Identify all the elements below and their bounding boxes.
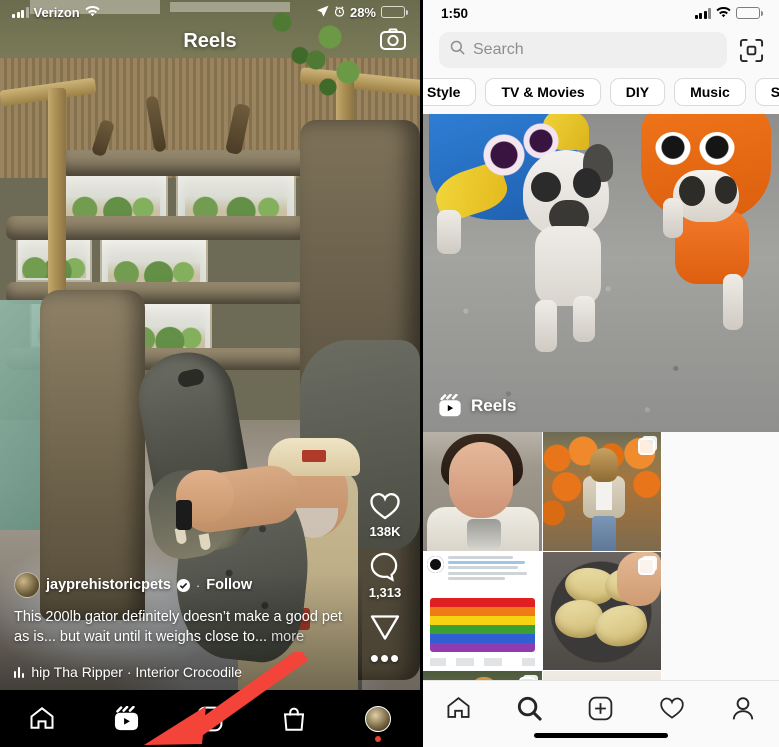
like-button[interactable]: 138K xyxy=(369,491,401,539)
camera-icon[interactable] xyxy=(380,28,406,55)
tab-activity[interactable] xyxy=(645,690,699,726)
reel-info-overlay: jayprehistoricpets · Follow This 200lb g… xyxy=(0,572,362,690)
signal-bars-icon xyxy=(12,6,29,18)
grid-cell-pride-flag-tweet[interactable] xyxy=(423,551,543,671)
chip-style[interactable]: Style xyxy=(423,78,477,106)
more-options-button[interactable]: ••• xyxy=(370,645,400,671)
location-arrow-icon xyxy=(316,5,329,20)
tab-profile[interactable] xyxy=(716,690,770,726)
wifi-icon xyxy=(85,5,100,20)
shopping-bag-icon xyxy=(283,707,305,731)
search-bar-row: Search xyxy=(423,26,779,76)
profile-avatar-icon[interactable] xyxy=(365,705,391,732)
person-icon xyxy=(733,696,754,719)
right-status-bar: 1:50 xyxy=(423,0,779,26)
battery-icon xyxy=(736,7,763,19)
left-phone-reels-screen: Verizon 28% Reels 138K 1,313 ••• jaypreh… xyxy=(0,0,420,747)
reel-action-rail: 138K 1,313 ••• xyxy=(358,491,412,671)
heart-icon xyxy=(370,493,400,520)
music-ticker[interactable]: hip Tha Ripper · Interior Crocodile xyxy=(14,664,348,680)
chip-sports[interactable]: Sp xyxy=(754,78,779,106)
tab-shop[interactable] xyxy=(263,697,325,741)
left-tab-bar xyxy=(0,690,420,747)
tab-home[interactable] xyxy=(432,690,486,726)
username-label[interactable]: jayprehistoricpets xyxy=(46,577,171,593)
featured-reel-cell[interactable]: Reels xyxy=(423,114,779,432)
home-icon xyxy=(30,707,54,729)
search-placeholder: Search xyxy=(473,41,524,58)
caption-text[interactable]: This 200lb gator definitely doesn’t make… xyxy=(14,607,348,647)
wifi-icon xyxy=(716,6,731,21)
plus-square-icon xyxy=(589,696,613,720)
page-title: Reels xyxy=(183,30,237,52)
chip-diy[interactable]: DIY xyxy=(609,78,666,106)
grid-cell-flatbread[interactable] xyxy=(542,551,663,671)
left-status-bar: Verizon 28% xyxy=(0,0,420,24)
search-icon xyxy=(518,696,542,721)
grid-cell-crying-woman[interactable] xyxy=(423,432,543,552)
tab-create[interactable] xyxy=(574,690,628,726)
reels-icon xyxy=(439,394,461,417)
chip-tv-and-movies[interactable]: TV & Movies xyxy=(485,78,601,106)
music-label: hip Tha Ripper · Interior Crocodile xyxy=(31,664,242,680)
notification-dot xyxy=(375,735,381,742)
search-icon xyxy=(450,40,465,60)
carousel-icon xyxy=(638,557,656,575)
caption-more-link[interactable]: more xyxy=(271,629,304,645)
comment-count: 1,313 xyxy=(368,585,402,600)
like-count: 138K xyxy=(369,524,401,539)
carrier-label: Verizon xyxy=(33,4,80,20)
battery-icon xyxy=(381,6,408,18)
comment-bubble-icon xyxy=(371,552,398,582)
verified-badge-icon xyxy=(176,578,190,592)
plus-square-icon xyxy=(197,706,223,731)
avatar[interactable] xyxy=(14,572,40,598)
home-icon xyxy=(447,697,470,718)
home-indicator xyxy=(534,733,668,738)
paper-plane-icon xyxy=(370,615,400,640)
tab-home[interactable] xyxy=(11,697,73,741)
audio-bars-icon xyxy=(14,666,25,678)
follow-button[interactable]: Follow xyxy=(206,577,252,593)
post-author-row[interactable]: jayprehistoricpets · Follow xyxy=(14,572,348,598)
clock-label: 1:50 xyxy=(441,5,469,21)
visual-search-icon[interactable] xyxy=(737,36,765,64)
comment-button[interactable]: 1,313 xyxy=(368,551,402,600)
right-tab-bar xyxy=(423,680,779,747)
right-phone-explore-screen: 1:50 Search Style TV & Movies DIY Music … xyxy=(420,0,779,747)
reels-badge[interactable]: Reels xyxy=(437,394,516,418)
alarm-clock-icon xyxy=(334,5,345,20)
tab-search[interactable] xyxy=(503,690,557,726)
chip-music[interactable]: Music xyxy=(674,78,746,106)
screenshot-root: Verizon 28% Reels 138K 1,313 ••• jaypreh… xyxy=(0,0,779,747)
search-input[interactable]: Search xyxy=(439,32,727,68)
tab-reels[interactable] xyxy=(95,697,157,741)
share-button[interactable] xyxy=(370,612,400,641)
tab-profile[interactable] xyxy=(347,697,409,742)
signal-bars-icon xyxy=(694,7,711,19)
battery-percent-label: 28% xyxy=(349,4,376,20)
tab-create[interactable] xyxy=(179,697,241,741)
separator-dot: · xyxy=(195,577,201,593)
reels-badge-label: Reels xyxy=(471,396,517,415)
carousel-icon xyxy=(638,438,656,455)
reels-icon xyxy=(114,705,138,730)
heart-icon xyxy=(660,697,684,719)
grid-cell-pumpkin-patch[interactable] xyxy=(542,432,663,552)
category-chip-row[interactable]: Style TV & Movies DIY Music Sp xyxy=(423,76,779,114)
